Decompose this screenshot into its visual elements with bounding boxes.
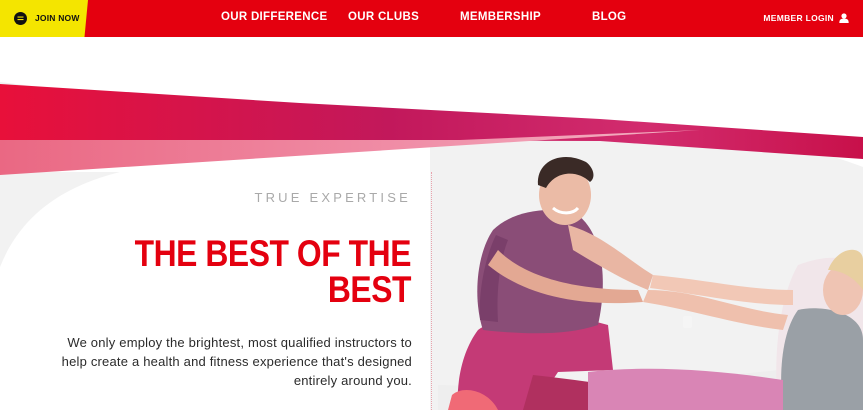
- page-headline: THE BEST OF THE BEST: [127, 233, 412, 310]
- hero-description: We only employ the brightest, most quali…: [52, 333, 412, 390]
- chat-bubble-icon: [14, 12, 27, 25]
- join-now-label: JOIN NOW: [35, 13, 80, 23]
- nav-link-our-difference[interactable]: OUR DIFFERENCE: [221, 11, 327, 23]
- nav-link-membership[interactable]: MEMBERSHIP: [460, 11, 541, 23]
- section-eyebrow: TRUE EXPERTISE: [254, 190, 411, 205]
- description-line-3: entirely around you.: [293, 373, 412, 388]
- user-icon: [839, 13, 849, 23]
- headline-line-1: THE BEST OF THE: [134, 233, 412, 274]
- dotted-divider: [431, 172, 432, 410]
- description-line-1: We only employ the brightest, most quali…: [67, 335, 412, 350]
- member-login-link[interactable]: MEMBER LOGIN: [763, 13, 849, 23]
- member-login-label: MEMBER LOGIN: [763, 13, 834, 23]
- join-now-button[interactable]: JOIN NOW: [0, 0, 88, 37]
- headline-line-2: BEST: [327, 269, 412, 310]
- nav-link-our-clubs[interactable]: OUR CLUBS: [348, 11, 419, 23]
- top-navigation-bar: JOIN NOW OUR DIFFERENCE OUR CLUBS MEMBER…: [0, 0, 863, 37]
- nav-link-blog[interactable]: BLOG: [592, 11, 626, 23]
- description-line-2: help create a health and fitness experie…: [61, 354, 412, 369]
- trainer-photo: [438, 156, 863, 410]
